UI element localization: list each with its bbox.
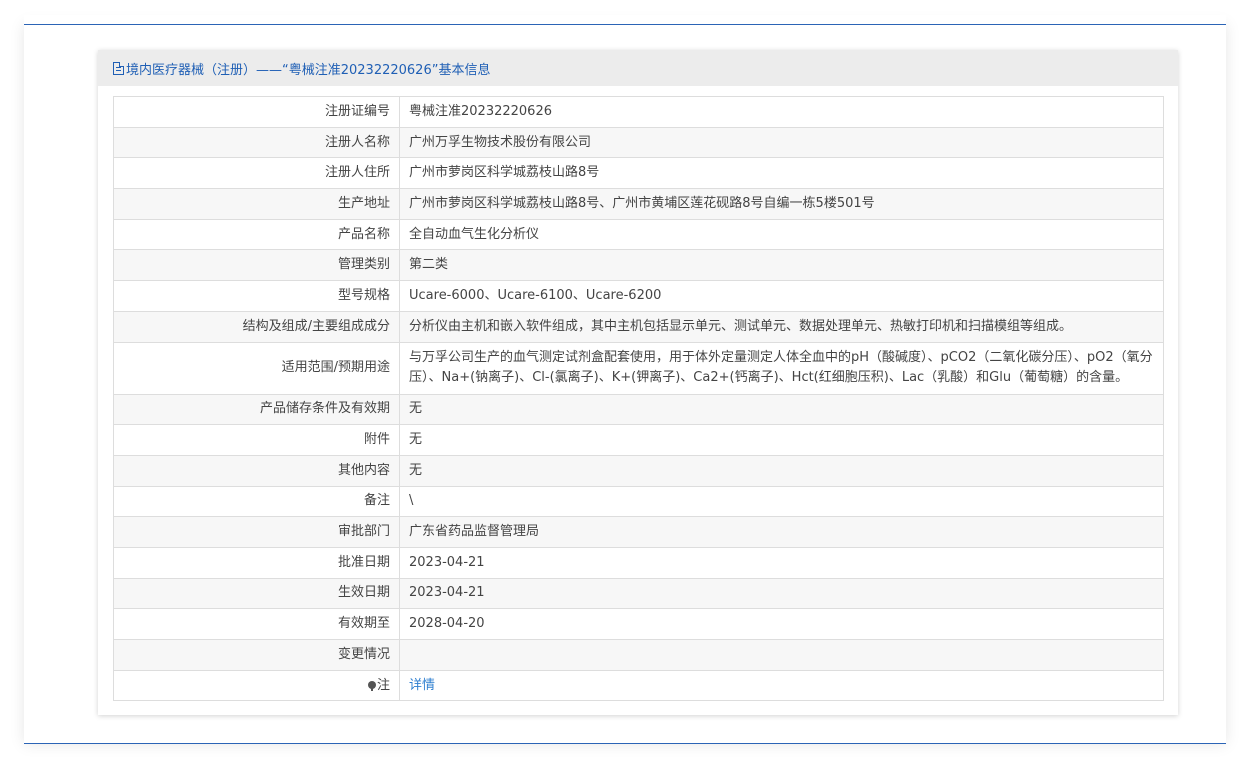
row-value: 第二类: [399, 249, 1164, 282]
row-label: 备注: [113, 485, 400, 518]
row-label: 注册人住所: [113, 157, 400, 190]
document-icon: [113, 61, 124, 75]
info-table: 注册证编号 粤械注准20232220626 注册人名称 广州万孚生物技术股份有限公司…: [113, 96, 1164, 702]
row-value: \: [399, 485, 1164, 518]
row-label: 其他内容: [113, 454, 400, 487]
row-label: 审批部门: [113, 516, 400, 548]
table-row: 生产地址 广州市萝岗区科学城荔枝山路8号、广州市黄埔区莲花砚路8号自编一栋5楼50…: [113, 188, 1164, 220]
panel-title: 境内医疗器械（注册）——“粤械注准20232220626”基本信息: [126, 62, 491, 78]
panel-header: 境内医疗器械（注册）——“粤械注准20232220626”基本信息: [98, 50, 1178, 86]
table-row: 产品名称 全自动血气生化分析仪: [113, 218, 1164, 251]
table-row: 备注 \: [113, 485, 1164, 518]
row-label: 结构及组成/主要组成成分: [113, 310, 400, 343]
row-value: 与万孚公司生产的血气测定试剂盒配套使用，用于体外定量测定人体全血中的pH（酸碱度…: [399, 341, 1164, 395]
row-value: 2028-04-20: [399, 608, 1164, 640]
row-value: 分析仪由主机和嵌入软件组成，其中主机包括显示单元、测试单元、数据处理单元、热敏打…: [399, 310, 1164, 343]
row-value: 无: [399, 393, 1164, 426]
row-value: 广东省药品监督管理局: [399, 516, 1164, 548]
table-row: 生效日期 2023-04-21: [113, 577, 1164, 610]
details-link[interactable]: 详情: [409, 678, 435, 693]
row-label: 管理类别: [113, 249, 400, 282]
row-label: 批准日期: [113, 546, 400, 579]
info-panel: 境内医疗器械（注册）——“粤械注准20232220626”基本信息 注册证编号粤…: [98, 50, 1178, 715]
table-row: 其他内容无: [113, 454, 1164, 487]
table-row: 注册人名称 广州万孚生物技术股份有限公司: [113, 126, 1164, 159]
table-row: 附件无: [113, 424, 1164, 456]
table-row: 结构及组成/主要组成成分 分析仪由主机和嵌入软件组成，其中主机包括显示单元、测试单…: [113, 310, 1164, 343]
pin-icon: [367, 680, 376, 691]
row-value: 广州万孚生物技术股份有限公司: [399, 126, 1164, 159]
row-label: 型号规格: [113, 280, 400, 312]
table-row: 变更情况: [113, 639, 1164, 671]
row-value: [399, 639, 1164, 671]
row-value: 粤械注准20232220626: [399, 96, 1164, 128]
row-value: 无: [399, 454, 1164, 487]
row-label: 有效期至: [113, 608, 400, 640]
row-label: 变更情况: [113, 639, 400, 671]
table-row: 注册证编号 粤械注准20232220626: [113, 96, 1164, 128]
table-row: 管理类别 第二类: [113, 249, 1164, 282]
row-value: 2023-04-21: [399, 577, 1164, 610]
row-value: 2023-04-21: [399, 546, 1164, 579]
note-value-cell: 详情: [399, 669, 1164, 702]
table-row: 产品储存条件及有效期无: [113, 393, 1164, 426]
row-label: 生产地址: [113, 188, 400, 220]
row-label: 生效日期: [113, 577, 400, 610]
table-row: 注 详情: [113, 669, 1164, 702]
row-value: 广州市萝岗区科学城荔枝山路8号、广州市黄埔区莲花砚路8号自编一栋5楼501号: [399, 188, 1164, 220]
row-value: 广州市萝岗区科学城荔枝山路8号: [399, 157, 1164, 190]
note-label-cell: 注: [113, 669, 400, 702]
row-value: 无: [399, 424, 1164, 456]
row-label: 注册证编号: [113, 96, 400, 128]
table-row: 有效期至 2028-04-20: [113, 608, 1164, 640]
row-label: 附件: [113, 424, 400, 456]
table-row: 注册人住所 广州市萝岗区科学城荔枝山路8号: [113, 157, 1164, 190]
row-label: 产品名称: [113, 218, 400, 251]
row-label: 适用范围/预期用途: [113, 341, 400, 395]
table-row: 审批部门 广东省药品监督管理局: [113, 516, 1164, 548]
table-row: 批准日期 2023-04-21: [113, 546, 1164, 579]
table-row: 适用范围/预期用途 与万孚公司生产的血气测定试剂盒配套使用，用于体外定量测定人体全…: [113, 341, 1164, 395]
note-label: 注: [376, 677, 390, 693]
row-value: Ucare-6000、Ucare-6100、Ucare-6200: [399, 280, 1164, 312]
row-label: 产品储存条件及有效期: [113, 393, 400, 426]
table-row: 型号规格 Ucare-6000、Ucare-6100、Ucare-6200: [113, 280, 1164, 312]
row-label: 注册人名称: [113, 126, 400, 159]
row-value: 全自动血气生化分析仪: [399, 218, 1164, 251]
page-container: 境内医疗器械（注册）——“粤械注准20232220626”基本信息 注册证编号粤…: [24, 15, 1226, 744]
